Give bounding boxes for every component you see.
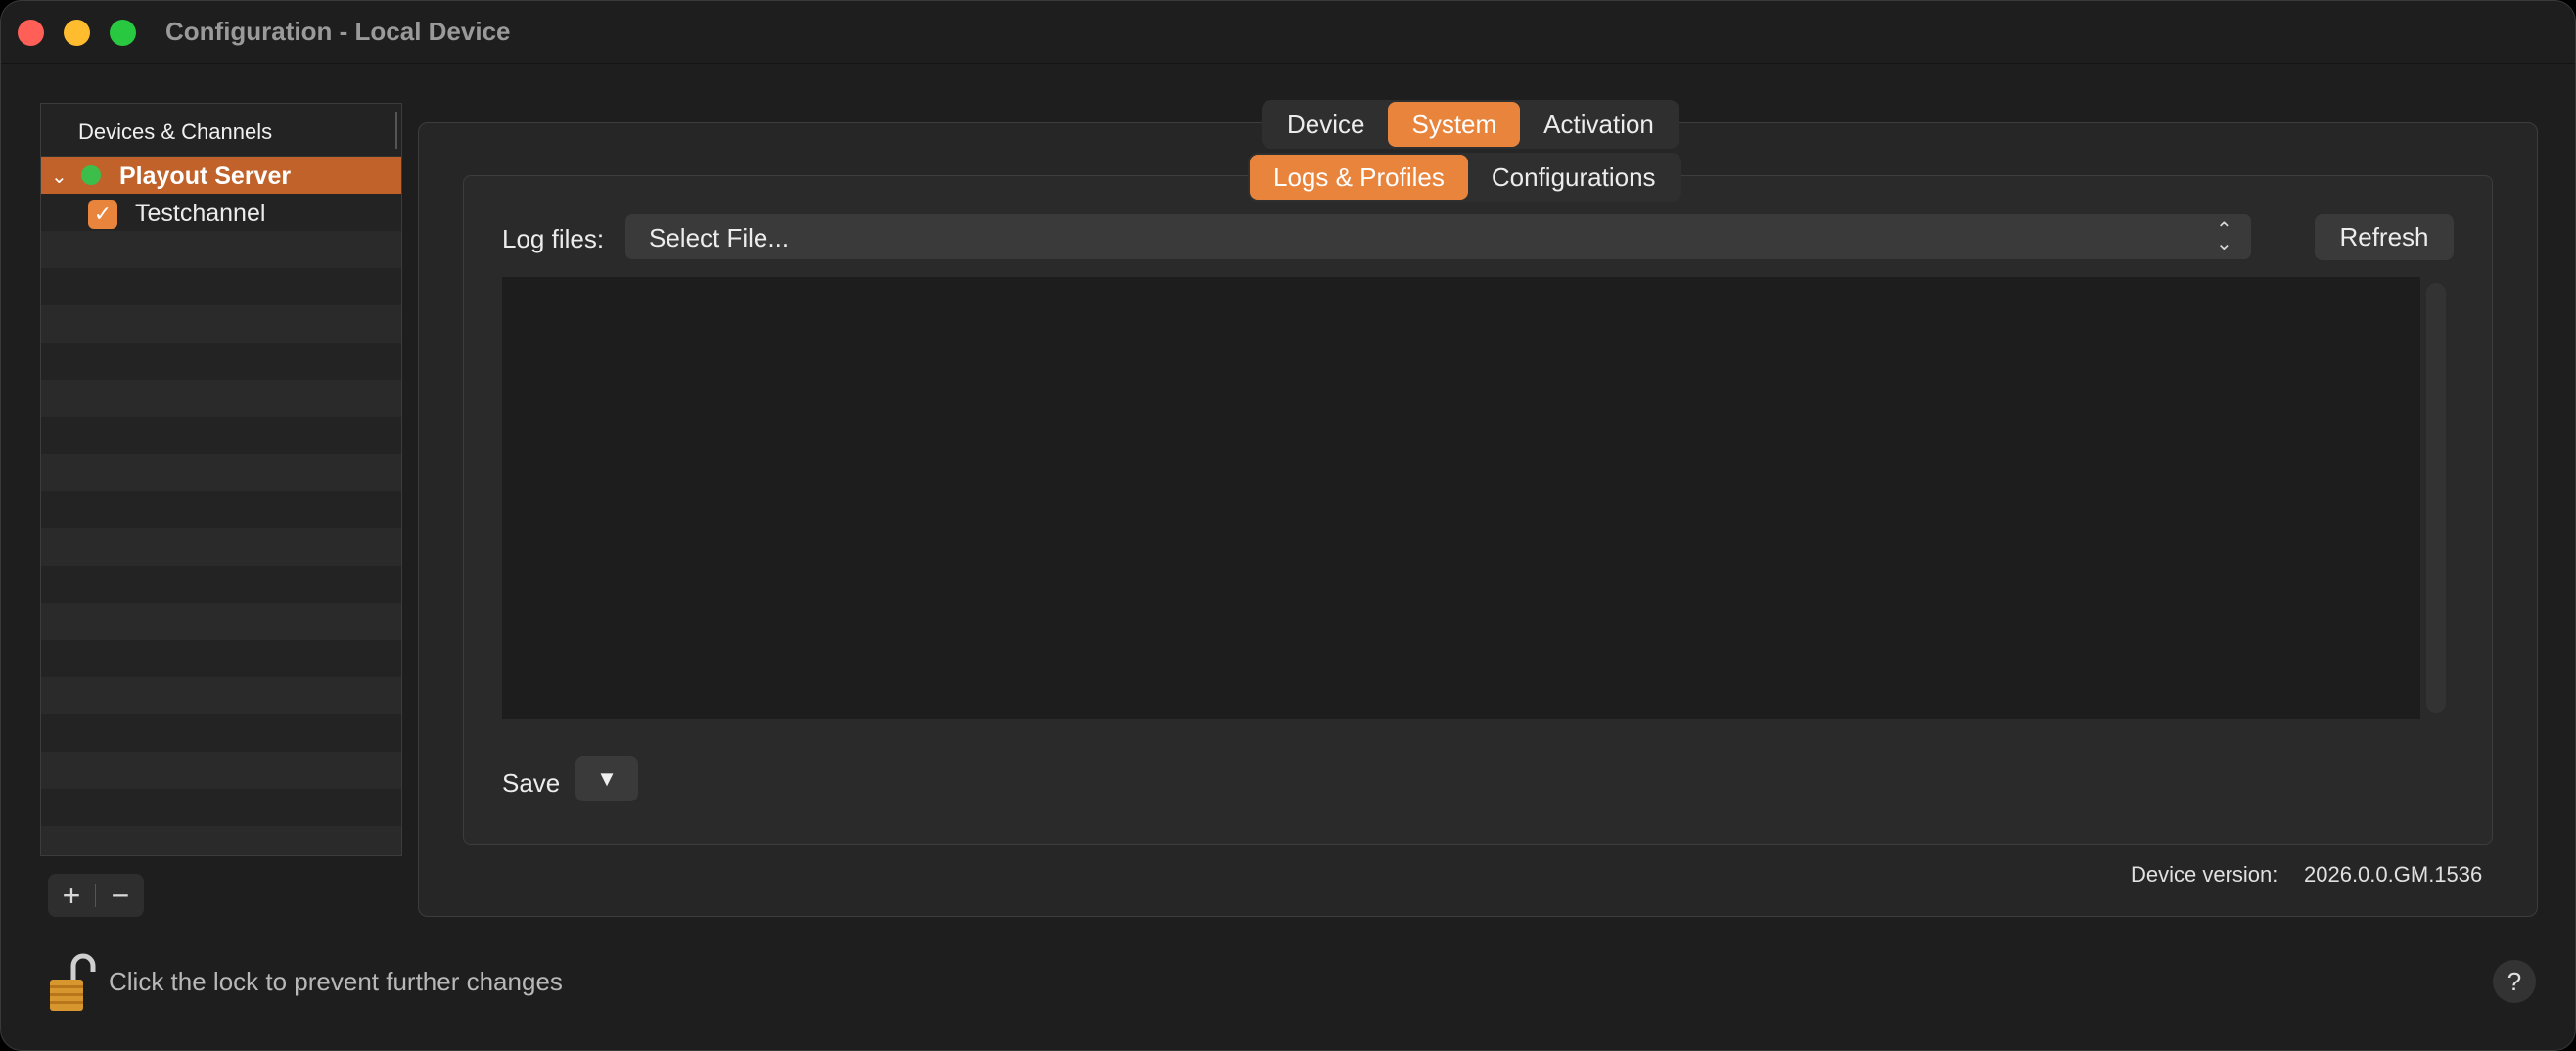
chevron-down-icon[interactable]: ⌄ bbox=[51, 164, 68, 189]
log-files-label: Log files: bbox=[502, 224, 605, 253]
list-row-empty bbox=[41, 603, 401, 640]
list-row-empty bbox=[41, 491, 401, 528]
minimize-window-button[interactable] bbox=[64, 20, 90, 46]
tab-system[interactable]: System bbox=[1388, 102, 1521, 147]
close-window-button[interactable] bbox=[18, 20, 44, 46]
log-text-area[interactable] bbox=[502, 277, 2420, 719]
sidebar-item-playout-server[interactable]: ⌄ Playout Server bbox=[41, 157, 401, 194]
device-version-value: 2026.0.0.GM.1536 bbox=[2304, 862, 2483, 887]
list-row-empty bbox=[41, 380, 401, 417]
list-row-empty bbox=[41, 640, 401, 677]
title-bar: Configuration - Local Device bbox=[1, 1, 2575, 64]
chevron-updown-icon: ⌃ ⌄ bbox=[2216, 219, 2232, 254]
log-file-select[interactable]: Select File... ⌃ ⌄ bbox=[625, 214, 2251, 259]
list-row-empty bbox=[41, 343, 401, 380]
tab-activation[interactable]: Activation bbox=[1520, 102, 1678, 147]
device-list: ⌄ Playout Server ✓ Testchannel bbox=[41, 157, 401, 855]
add-device-button[interactable]: + bbox=[48, 874, 95, 917]
device-version-label: Device version: bbox=[2131, 862, 2278, 887]
list-row-empty bbox=[41, 268, 401, 305]
lock-hint-text: Click the lock to prevent further change… bbox=[109, 967, 563, 996]
list-row-empty bbox=[41, 714, 401, 752]
log-file-select-value: Select File... bbox=[649, 223, 790, 252]
log-scrollbar[interactable] bbox=[2426, 283, 2446, 713]
status-dot-icon bbox=[81, 165, 101, 185]
save-menu-button[interactable]: ▼ bbox=[575, 756, 638, 801]
list-row-empty bbox=[41, 677, 401, 714]
app-window: Configuration - Local Device Devices & C… bbox=[0, 0, 2576, 1051]
list-row-empty bbox=[41, 417, 401, 454]
list-row-empty bbox=[41, 826, 401, 855]
save-label: Save bbox=[502, 768, 561, 798]
tab-device[interactable]: Device bbox=[1264, 102, 1388, 147]
tab-configurations[interactable]: Configurations bbox=[1468, 155, 1679, 200]
list-row-empty bbox=[41, 752, 401, 789]
channel-label: Testchannel bbox=[135, 200, 266, 227]
sidebar-header: Devices & Channels bbox=[41, 104, 401, 157]
list-row-empty bbox=[41, 305, 401, 343]
remove-device-button[interactable]: − bbox=[97, 874, 144, 917]
top-tab-bar: Device System Activation bbox=[1262, 100, 1679, 149]
unlocked-padlock-icon[interactable] bbox=[48, 950, 97, 1013]
list-row-empty bbox=[41, 566, 401, 603]
list-row-empty bbox=[41, 454, 401, 491]
window-title: Configuration - Local Device bbox=[165, 17, 511, 46]
server-label: Playout Server bbox=[119, 162, 292, 190]
list-row-empty bbox=[41, 231, 401, 268]
list-row-empty bbox=[41, 528, 401, 566]
sidebar-item-testchannel[interactable]: ✓ Testchannel bbox=[41, 194, 401, 231]
help-button[interactable]: ? bbox=[2493, 960, 2536, 1003]
add-remove-control: + − bbox=[48, 874, 144, 917]
channel-checkbox[interactable]: ✓ bbox=[88, 200, 117, 229]
tab-logs-profiles[interactable]: Logs & Profiles bbox=[1250, 155, 1468, 200]
list-row-empty bbox=[41, 789, 401, 826]
devices-sidebar: Devices & Channels ⌄ Playout Server ✓ Te… bbox=[40, 103, 402, 856]
sub-tab-bar: Logs & Profiles Configurations bbox=[1248, 153, 1681, 202]
divider bbox=[95, 884, 96, 907]
refresh-button[interactable]: Refresh bbox=[2315, 214, 2454, 260]
maximize-window-button[interactable] bbox=[110, 20, 136, 46]
